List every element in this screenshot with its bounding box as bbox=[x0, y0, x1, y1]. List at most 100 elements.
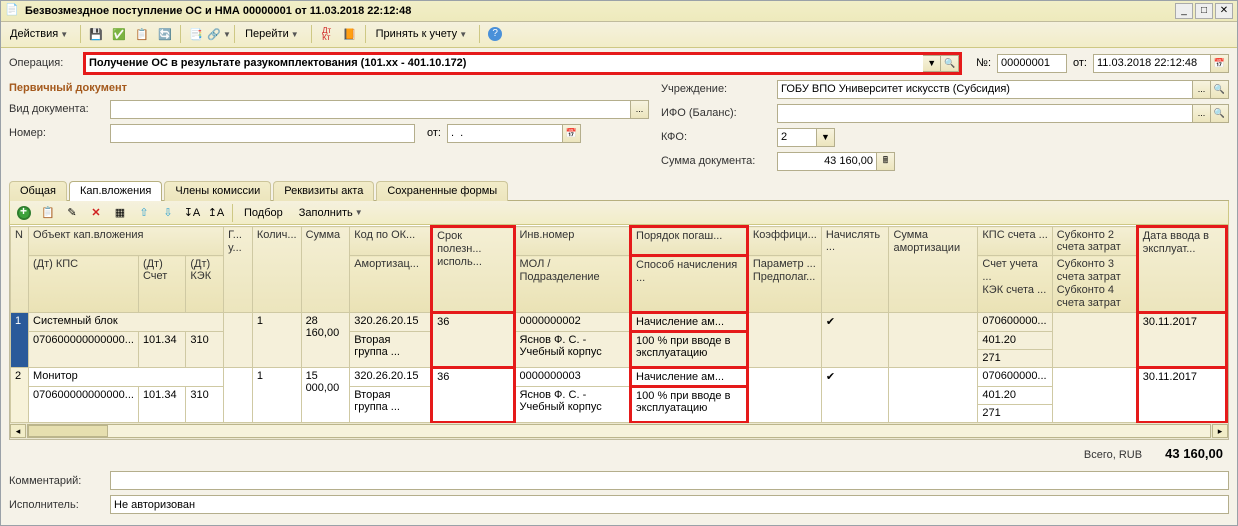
operation-search-button[interactable]: 🔍 bbox=[941, 55, 959, 72]
ifo-search-button[interactable]: 🔍 bbox=[1211, 104, 1229, 123]
org-field[interactable] bbox=[777, 80, 1193, 99]
podbor-button[interactable]: Подбор bbox=[239, 203, 290, 223]
col-sub2[interactable]: Субконто 2 счета затрат bbox=[1052, 227, 1137, 256]
zapolnit-menu[interactable]: Заполнить▼ bbox=[294, 203, 370, 223]
help-icon[interactable]: ? bbox=[485, 24, 505, 44]
copy-icon[interactable]: 📑 bbox=[186, 24, 206, 44]
col-kps-schet[interactable]: КПС счета ... bbox=[978, 227, 1052, 256]
doc-type-select-button[interactable]: ... bbox=[631, 100, 649, 119]
maximize-button[interactable]: □ bbox=[1195, 3, 1213, 19]
comment-field[interactable] bbox=[110, 471, 1229, 490]
app-icon: 📄 bbox=[5, 3, 21, 19]
clone-row-icon[interactable]: 📋 bbox=[38, 203, 58, 223]
totals-label: Всего, RUB bbox=[1084, 449, 1142, 461]
take-button[interactable]: Принять к учету▼ bbox=[371, 24, 474, 44]
ot-calendar-button[interactable]: 📅 bbox=[563, 124, 581, 143]
operation-field[interactable] bbox=[86, 55, 923, 72]
executor-field[interactable] bbox=[110, 495, 1229, 514]
window-title: Безвозмездное поступление ОС и НМА 00000… bbox=[25, 5, 1175, 17]
sum-field[interactable] bbox=[777, 152, 877, 171]
dt-kt-icon[interactable]: ДтКт bbox=[317, 24, 337, 44]
table-row[interactable]: 1Системный блок128 160,00320.26.20.15360… bbox=[11, 313, 1227, 332]
col-g[interactable]: Г... у... bbox=[224, 227, 253, 313]
col-data-vvoda[interactable]: Дата ввода в эксплуат... bbox=[1137, 227, 1226, 313]
tab-act-details[interactable]: Реквизиты акта bbox=[273, 181, 374, 201]
delete-row-icon[interactable]: ✕ bbox=[86, 203, 106, 223]
col-nachisl[interactable]: Начислять ... bbox=[821, 227, 889, 313]
col-sub34[interactable]: Субконто 3 счета затратСубконто 4 счета … bbox=[1052, 256, 1137, 313]
col-inv[interactable]: Инв.номер bbox=[514, 227, 631, 256]
col-dtkek[interactable]: (Дт) КЭК bbox=[186, 256, 224, 313]
totals: Всего, RUB 43 160,00 bbox=[1, 440, 1237, 471]
move-down-icon[interactable] bbox=[158, 203, 178, 223]
org-select-button[interactable]: ... bbox=[1193, 80, 1211, 99]
fill-icon[interactable]: ▦ bbox=[110, 203, 130, 223]
tab-general[interactable]: Общая bbox=[9, 181, 67, 201]
go-menu[interactable]: Перейти▼ bbox=[240, 24, 306, 44]
tab-saved-forms[interactable]: Сохраненные формы bbox=[376, 181, 508, 201]
executor-label: Исполнитель: bbox=[9, 499, 104, 511]
post-icon[interactable]: 📋 bbox=[132, 24, 152, 44]
actions-menu[interactable]: Действия▼ bbox=[5, 24, 75, 44]
kfo-field[interactable] bbox=[777, 128, 817, 147]
sort-desc-icon[interactable]: ↥A bbox=[206, 203, 226, 223]
col-n[interactable]: N bbox=[11, 227, 29, 313]
sort-asc-icon[interactable]: ↧A bbox=[182, 203, 202, 223]
ifo-label: ИФО (Баланс): bbox=[661, 107, 771, 119]
link-icon[interactable]: 🔗▼ bbox=[209, 24, 229, 44]
num-short-label: №: bbox=[976, 57, 991, 69]
col-pogash[interactable]: Порядок погаш... bbox=[631, 227, 748, 256]
doc-date-field[interactable] bbox=[1093, 54, 1211, 73]
ok-icon[interactable]: ✅ bbox=[109, 24, 129, 44]
tab-kapvlozheniya[interactable]: Кап.вложения bbox=[69, 181, 162, 201]
kfo-dropdown-button[interactable]: ▼ bbox=[817, 128, 835, 147]
operation-label: Операция: bbox=[9, 57, 77, 69]
calendar-button[interactable]: 📅 bbox=[1211, 54, 1229, 73]
col-qty[interactable]: Колич... bbox=[252, 227, 301, 313]
horizontal-scrollbar[interactable]: ◂ ▸ bbox=[10, 423, 1228, 439]
ot-label: от: bbox=[427, 127, 441, 139]
tabs: Общая Кап.вложения Члены комиссии Реквиз… bbox=[1, 180, 1237, 200]
col-sposob[interactable]: Способ начисления ... bbox=[631, 256, 748, 313]
col-obj[interactable]: Объект кап.вложения bbox=[29, 227, 224, 256]
ifo-field[interactable] bbox=[777, 104, 1193, 123]
col-mol[interactable]: МОЛ / Подразделение bbox=[514, 256, 631, 313]
ot-date-field[interactable] bbox=[447, 124, 563, 143]
scroll-left-button[interactable]: ◂ bbox=[10, 424, 26, 438]
col-schet-kek[interactable]: Счет учета ...КЭК счета ... bbox=[978, 256, 1052, 313]
org-search-button[interactable]: 🔍 bbox=[1211, 80, 1229, 99]
operation-dropdown-button[interactable]: ▼ bbox=[923, 55, 941, 72]
doc-number-field[interactable] bbox=[997, 54, 1067, 73]
col-dtkps[interactable]: (Дт) КПС bbox=[29, 256, 139, 313]
date-label: от: bbox=[1073, 57, 1087, 69]
close-button[interactable]: ✕ bbox=[1215, 3, 1233, 19]
col-srok[interactable]: Срок полезн... исполь... bbox=[432, 227, 514, 313]
col-dtschet[interactable]: (Дт) Счет bbox=[138, 256, 185, 313]
num2-label: Номер: bbox=[9, 127, 104, 139]
col-okof[interactable]: Код по ОК... bbox=[350, 227, 432, 256]
totals-value: 43 160,00 bbox=[1165, 446, 1223, 461]
col-koef[interactable]: Коэффици... bbox=[747, 227, 821, 256]
tab-commission[interactable]: Члены комиссии bbox=[164, 181, 271, 201]
calc-button[interactable]: 🖩 bbox=[877, 152, 895, 171]
ifo-select-button[interactable]: ... bbox=[1193, 104, 1211, 123]
move-up-icon[interactable] bbox=[134, 203, 154, 223]
doc-type-field[interactable] bbox=[110, 100, 631, 119]
table-row[interactable]: 2Монитор115 000,00320.26.20.153600000000… bbox=[11, 368, 1227, 387]
refresh-icon[interactable]: 🔄 bbox=[155, 24, 175, 44]
edit-row-icon[interactable]: ✎ bbox=[62, 203, 82, 223]
col-sum[interactable]: Сумма bbox=[301, 227, 350, 313]
sum-label: Сумма документа: bbox=[661, 155, 771, 167]
scroll-right-button[interactable]: ▸ bbox=[1212, 424, 1228, 438]
col-param[interactable]: Параметр ...Предполаг... bbox=[747, 256, 821, 313]
minimize-button[interactable]: _ bbox=[1175, 3, 1193, 19]
add-row-icon[interactable] bbox=[14, 203, 34, 223]
journal-icon[interactable]: 📙 bbox=[340, 24, 360, 44]
kfo-label: КФО: bbox=[661, 131, 771, 143]
num2-field[interactable] bbox=[110, 124, 415, 143]
doc-type-label: Вид документа: bbox=[9, 103, 104, 115]
col-amort[interactable]: Амортизац... bbox=[350, 256, 432, 313]
grid-toolbar: 📋 ✎ ✕ ▦ ↧A ↥A Подбор Заполнить▼ bbox=[9, 201, 1229, 225]
save-icon[interactable]: 💾 bbox=[86, 24, 106, 44]
col-sumamort[interactable]: Сумма амортизации bbox=[889, 227, 978, 313]
